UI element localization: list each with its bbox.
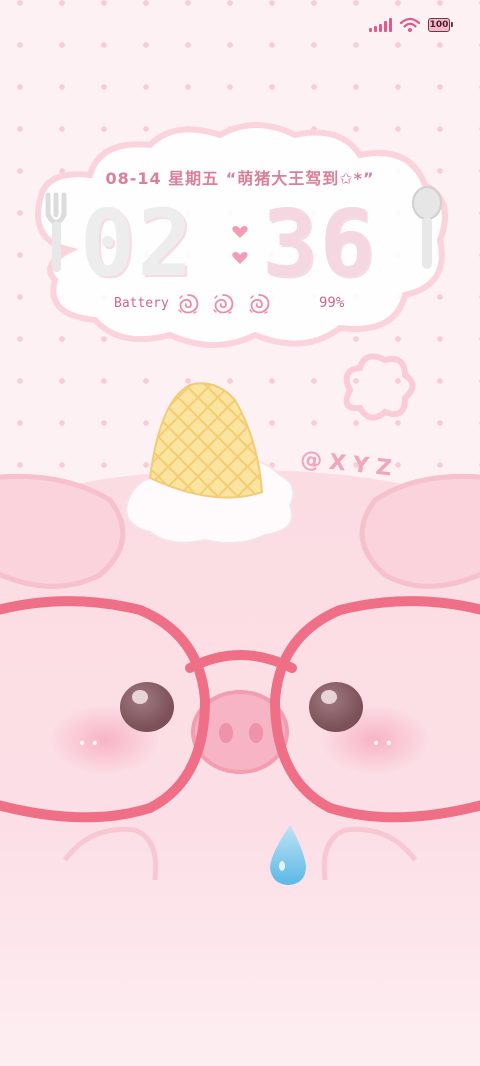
date-line: 08-14 星期五 “萌猪大王驾到✩*” xyxy=(105,169,375,188)
swirl-icon xyxy=(249,294,270,314)
clock-separator-hearts xyxy=(232,225,248,264)
battery-widget: Battery 99% xyxy=(114,294,364,318)
status-bar: 100 xyxy=(369,14,453,36)
battery-label: Battery xyxy=(114,296,169,311)
swirl-icon xyxy=(178,294,199,314)
fork-icon xyxy=(45,192,67,272)
wallpaper: • • • • xyxy=(0,0,480,1066)
clock-hours: 02 xyxy=(80,190,195,297)
battery-icon: 100 xyxy=(428,18,453,32)
spoon-icon xyxy=(412,186,442,269)
svg-text:• •: • • xyxy=(372,736,393,752)
svg-text:• •: • • xyxy=(78,736,99,752)
clock-minutes: 36 xyxy=(262,190,377,297)
swirl-icon xyxy=(213,294,234,314)
wifi-icon xyxy=(400,17,420,32)
battery-level: 100 xyxy=(429,20,449,30)
signal-icon xyxy=(369,18,392,32)
battery-percent: 99% xyxy=(319,295,345,311)
